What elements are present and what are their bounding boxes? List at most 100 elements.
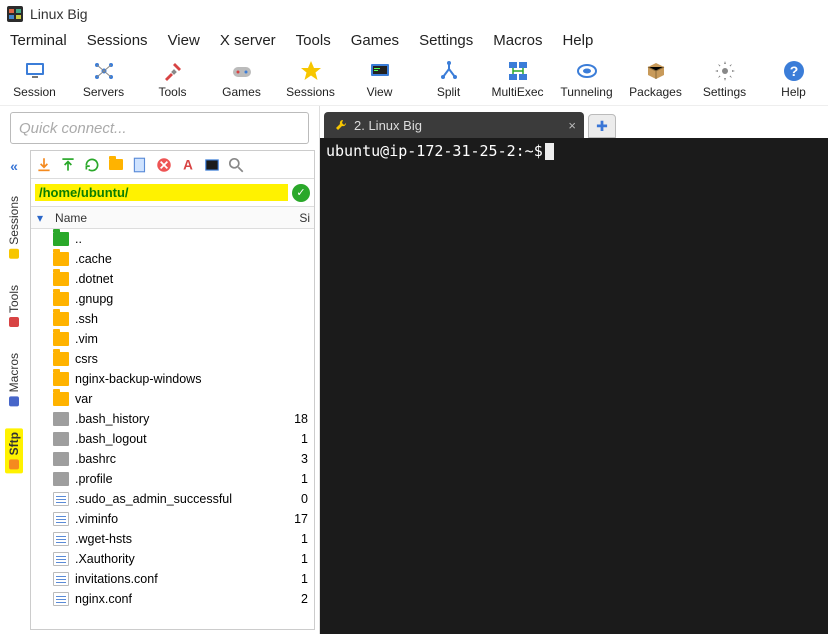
tool-view[interactable]: View (351, 59, 408, 99)
file-name: .profile (75, 472, 284, 486)
tab-close-icon[interactable]: × (568, 118, 576, 133)
file-row[interactable]: .. (31, 229, 314, 249)
sftp-terminal-icon[interactable] (203, 156, 221, 174)
tool-packages[interactable]: Packages (627, 59, 684, 99)
menu-macros[interactable]: Macros (493, 32, 542, 49)
folder-icon (53, 252, 69, 266)
file-row[interactable]: .sudo_as_admin_successful0 (31, 489, 314, 509)
session-tab[interactable]: 2. Linux Big × (324, 112, 584, 138)
file-name: nginx-backup-windows (75, 372, 284, 386)
sftp-panel: A /home/ubuntu/ ✓ ▾ Name Si ...cache .dot… (30, 150, 315, 630)
tool-tunneling[interactable]: Tunneling (558, 59, 615, 99)
tool-games[interactable]: Games (213, 59, 270, 99)
left-panel: « Sessions Tools Macros Sftp A (0, 106, 320, 634)
file-row[interactable]: nginx-backup-windows (31, 369, 314, 389)
file-row[interactable]: .dotnet (31, 269, 314, 289)
sidetab-sessions[interactable]: Sessions (5, 192, 23, 263)
terminal[interactable]: ubuntu@ip-172-31-25-2:~$ (320, 138, 828, 634)
file-row[interactable]: .cache (31, 249, 314, 269)
sftp-file-list[interactable]: ...cache .dotnet .gnupg .ssh.vimcsrs nginx-b… (31, 229, 314, 629)
file-row[interactable]: .ssh (31, 309, 314, 329)
help-icon: ? (782, 59, 806, 83)
tool-multiexec[interactable]: MultiExec (489, 59, 546, 99)
file-name: nginx.conf (75, 592, 284, 606)
file-size: 0 (284, 492, 314, 506)
folder-icon (53, 372, 69, 386)
file-icon (53, 492, 69, 506)
tool-help[interactable]: ? Help (765, 59, 822, 99)
file-row[interactable]: .profile1 (31, 469, 314, 489)
sftp-newfolder-icon[interactable] (107, 156, 125, 174)
quick-connect-input[interactable] (19, 120, 300, 137)
tool-split[interactable]: Split (420, 59, 477, 99)
file-row[interactable]: .gnupg (31, 289, 314, 309)
file-size: 18 (284, 412, 314, 426)
file-row[interactable]: .bash_history18 (31, 409, 314, 429)
file-icon (53, 552, 69, 566)
file-size: 1 (284, 532, 314, 546)
main-area: « Sessions Tools Macros Sftp A (0, 106, 828, 634)
sftp-upload-icon[interactable] (59, 156, 77, 174)
sftp-search-icon[interactable] (227, 156, 245, 174)
sftp-refresh-icon[interactable] (83, 156, 101, 174)
file-icon (53, 512, 69, 526)
tool-tools[interactable]: Tools (144, 59, 201, 99)
tool-session[interactable]: Session (6, 59, 63, 99)
file-row[interactable]: .vim (31, 329, 314, 349)
file-name: .dotnet (75, 272, 284, 286)
file-name: .gnupg (75, 292, 284, 306)
file-icon (53, 472, 69, 486)
tool-servers[interactable]: Servers (75, 59, 132, 99)
quick-connect[interactable] (10, 112, 309, 144)
folder-icon (53, 272, 69, 286)
menu-games[interactable]: Games (351, 32, 399, 49)
new-tab-button[interactable]: ✚ (588, 114, 616, 138)
tool-settings[interactable]: Settings (696, 59, 753, 99)
sftp-delete-icon[interactable] (155, 156, 173, 174)
menu-view[interactable]: View (168, 32, 200, 49)
col-size[interactable]: Si (284, 211, 314, 225)
sftp-path[interactable]: /home/ubuntu/ (35, 184, 288, 201)
file-name: .bashrc (75, 452, 284, 466)
menu-sessions[interactable]: Sessions (87, 32, 148, 49)
file-row[interactable]: .Xauthority1 (31, 549, 314, 569)
sidetab-tools[interactable]: Tools (5, 281, 23, 331)
right-panel: 2. Linux Big × ✚ ubuntu@ip-172-31-25-2:~… (320, 106, 828, 634)
multiexec-icon (506, 59, 530, 83)
file-row[interactable]: .bashrc3 (31, 449, 314, 469)
menu-help[interactable]: Help (562, 32, 593, 49)
menu-xserver[interactable]: X server (220, 32, 276, 49)
tabstrip: 2. Linux Big × ✚ (320, 106, 828, 138)
session-icon (23, 59, 47, 83)
titlebar: Linux Big (0, 0, 828, 28)
menu-tools[interactable]: Tools (296, 32, 331, 49)
file-size: 1 (284, 472, 314, 486)
sidetab-macros[interactable]: Macros (5, 349, 23, 410)
sort-indicator-icon[interactable]: ▾ (37, 211, 43, 225)
file-row[interactable]: nginx.conf2 (31, 589, 314, 609)
sftp-download-icon[interactable] (35, 156, 53, 174)
file-row[interactable]: .wget-hsts1 (31, 529, 314, 549)
file-row[interactable]: .viminfo17 (31, 509, 314, 529)
folder-icon (53, 292, 69, 306)
col-name[interactable]: Name (49, 211, 284, 225)
wrench-icon (334, 118, 348, 132)
packages-icon (644, 59, 668, 83)
collapse-icon[interactable]: « (10, 158, 18, 174)
file-row[interactable]: invitations.conf1 (31, 569, 314, 589)
menu-settings[interactable]: Settings (419, 32, 473, 49)
file-name: .bash_logout (75, 432, 284, 446)
sftp-text-icon[interactable]: A (179, 156, 197, 174)
menu-terminal[interactable]: Terminal (10, 32, 67, 49)
file-row[interactable]: csrs (31, 349, 314, 369)
sftp-newfile-icon[interactable] (131, 156, 149, 174)
file-row[interactable]: var (31, 389, 314, 409)
sftp-toolbar: A (31, 151, 314, 179)
file-row[interactable]: .bash_logout1 (31, 429, 314, 449)
sftp-path-ok-icon: ✓ (292, 184, 310, 202)
file-name: .Xauthority (75, 552, 284, 566)
view-icon (368, 59, 392, 83)
file-icon (53, 452, 69, 466)
tool-sessions[interactable]: Sessions (282, 59, 339, 99)
sidetab-sftp[interactable]: Sftp (5, 428, 23, 473)
